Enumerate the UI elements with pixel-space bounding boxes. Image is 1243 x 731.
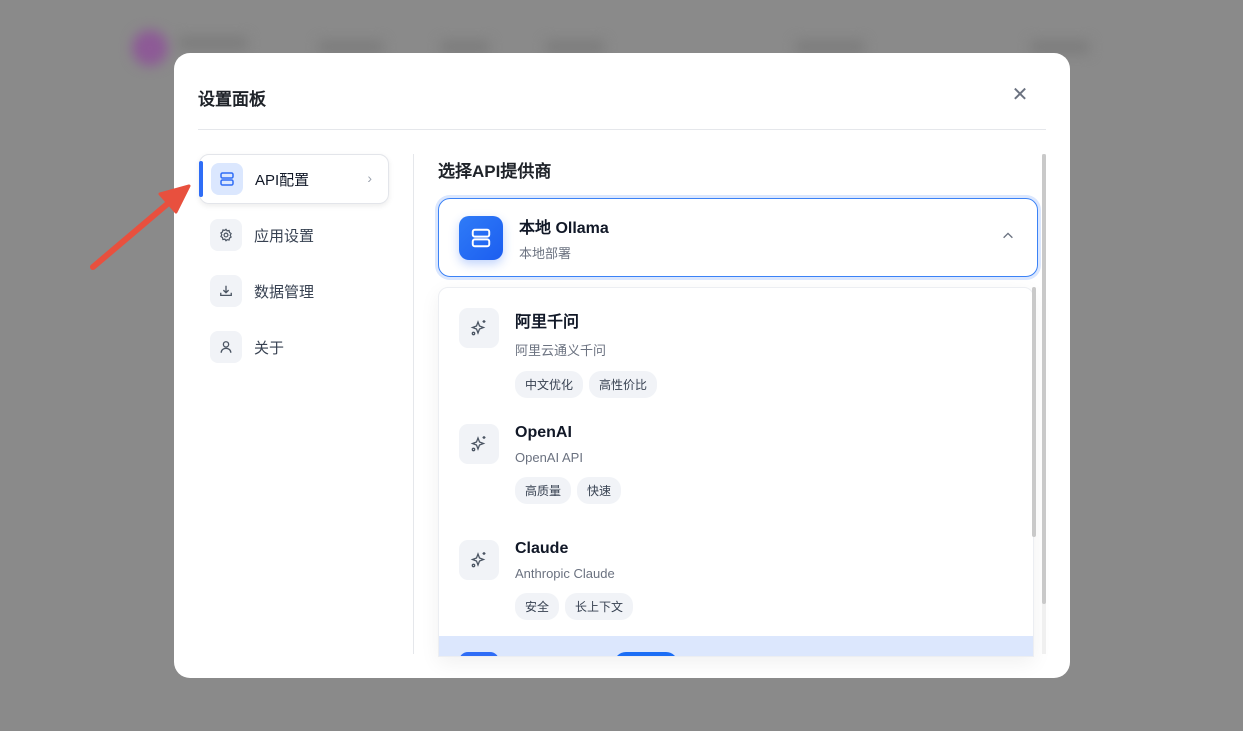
- annotation-arrow-icon: [90, 184, 191, 270]
